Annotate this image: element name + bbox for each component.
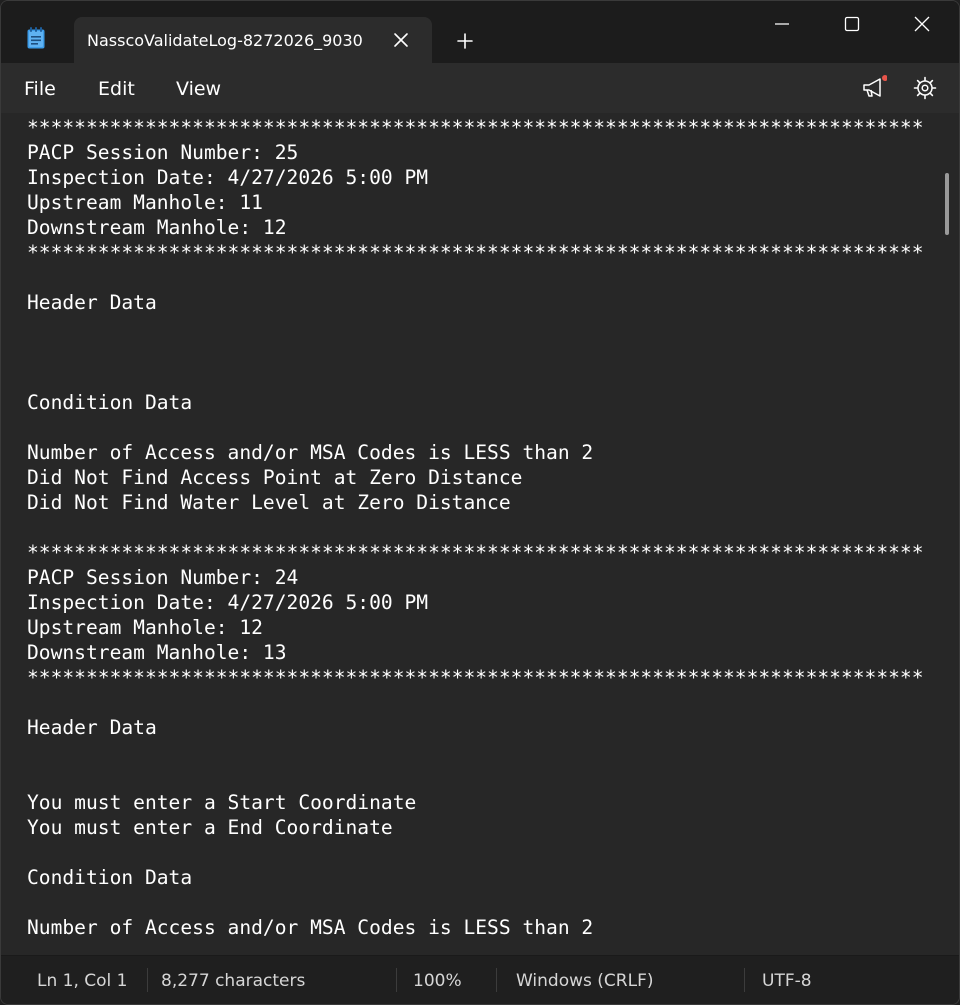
status-bar: Ln 1, Col 1 8,277 characters 100% Window… [1, 955, 959, 1004]
status-divider [147, 968, 148, 992]
gear-icon[interactable] [912, 75, 938, 101]
menu-edit[interactable]: Edit [98, 78, 135, 100]
menu-file[interactable]: File [24, 78, 56, 100]
close-window-button[interactable] [887, 1, 957, 47]
encoding[interactable]: UTF-8 [762, 971, 812, 991]
tab-title: NasscoValidateLog-8272026_9030 [87, 31, 363, 50]
close-icon[interactable] [391, 30, 411, 50]
document-text[interactable]: ****************************************… [27, 115, 924, 940]
notification-dot [882, 75, 888, 81]
status-divider [496, 968, 497, 992]
megaphone-icon[interactable] [861, 75, 888, 101]
character-count: 8,277 characters [161, 971, 306, 991]
close-icon [914, 16, 930, 32]
cursor-position[interactable]: Ln 1, Col 1 [37, 971, 128, 991]
status-divider [396, 968, 397, 992]
plus-icon[interactable] [454, 30, 476, 52]
tab-document[interactable]: NasscoValidateLog-8272026_9030 [74, 17, 432, 63]
minimize-icon [775, 23, 789, 25]
text-editor[interactable]: ****************************************… [1, 113, 959, 955]
zoom-level[interactable]: 100% [413, 971, 462, 991]
menu-view[interactable]: View [176, 78, 221, 100]
notepad-window: NasscoValidateLog-8272026_9030 File Edit… [0, 0, 960, 1005]
status-divider [744, 968, 745, 992]
notepad-icon [27, 27, 45, 49]
maximize-icon [844, 16, 860, 32]
title-bar[interactable]: NasscoValidateLog-8272026_9030 [1, 1, 959, 63]
vertical-scrollbar[interactable] [945, 173, 949, 235]
line-ending[interactable]: Windows (CRLF) [516, 971, 654, 991]
maximize-button[interactable] [817, 1, 887, 47]
minimize-button[interactable] [747, 1, 817, 47]
menu-bar: File Edit View [1, 63, 959, 113]
